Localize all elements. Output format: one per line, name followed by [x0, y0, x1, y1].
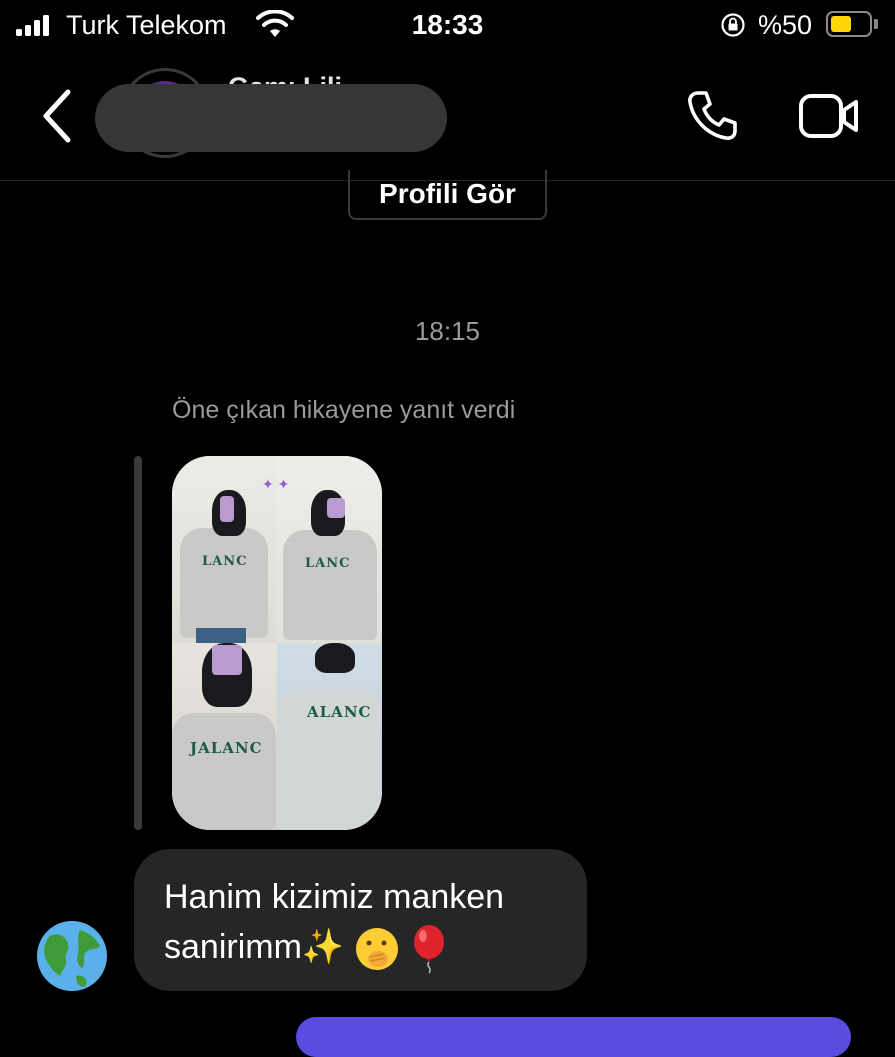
battery-nub [874, 19, 878, 29]
chevron-left-icon[interactable] [38, 88, 78, 144]
message-line-2: sanirimm✨ [164, 928, 345, 966]
story-reply-note: Öne çıkan hikayene yanıt verdi [172, 396, 516, 424]
orientation-lock-icon [721, 13, 745, 37]
story-photo-3: JALANC [172, 643, 277, 830]
balloon-icon [414, 925, 445, 974]
video-camera-icon[interactable] [798, 92, 860, 140]
redaction-overlay [95, 84, 447, 152]
face-with-hand-over-mouth-icon [355, 928, 398, 971]
story-photo-4: ALANC [277, 643, 382, 830]
story-photo-2: LANC [277, 456, 382, 643]
unicorn-sticker-icon: ✦ ✦ [262, 476, 290, 492]
battery-icon [826, 11, 872, 37]
view-profile-button[interactable]: Profili Gör [348, 170, 547, 220]
globe-avatar-icon[interactable] [36, 920, 108, 992]
message-line-1: Hanim kizimiz manken [164, 878, 505, 916]
battery-percent: %50 [758, 10, 813, 40]
message-timestamp: 18:15 [414, 316, 481, 346]
next-message-bubble[interactable] [296, 1017, 851, 1057]
reply-quote-bar [134, 456, 142, 830]
message-text: Hanim kizimiz manken sanirimm✨ [164, 872, 584, 974]
phone-icon[interactable] [684, 88, 740, 144]
story-thumbnail[interactable]: LANC LANC JALANC ALANC [172, 456, 382, 830]
